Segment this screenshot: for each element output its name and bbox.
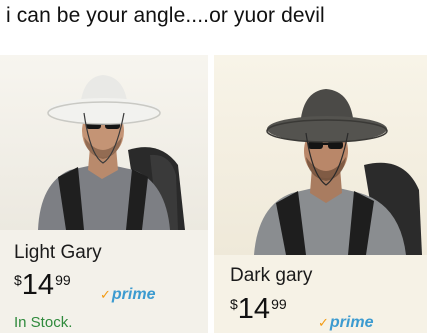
price-currency: $ — [230, 296, 238, 312]
checkmark-icon: ✓ — [100, 287, 111, 302]
product-price: $1499 — [14, 271, 71, 300]
prime-label: prime — [329, 314, 374, 331]
product-photo-dark-hat[interactable] — [214, 55, 427, 255]
prime-label: prime — [111, 286, 156, 303]
meme-caption: i can be your angle....or yuor devil — [6, 4, 325, 27]
price-whole: 14 — [237, 293, 271, 325]
product-title[interactable]: Dark gary — [230, 265, 312, 287]
price-whole: 14 — [21, 269, 55, 301]
price-currency: $ — [14, 272, 22, 288]
product-title[interactable]: Light Gary — [14, 242, 102, 264]
checkmark-icon: ✓ — [318, 315, 329, 330]
product-price: $1499 — [230, 295, 287, 324]
prime-badge: ✓prime — [318, 314, 373, 332]
price-cents: 99 — [55, 272, 71, 288]
prime-badge: ✓prime — [100, 286, 155, 304]
product-card-light[interactable]: Light Gary $1499 ✓prime In Stock. — [0, 55, 208, 333]
product-photo-light-hat[interactable] — [0, 55, 208, 230]
product-card-dark[interactable]: Dark gary $1499 ✓prime — [214, 55, 427, 333]
price-cents: 99 — [271, 296, 287, 312]
stock-status: In Stock. — [14, 314, 73, 331]
